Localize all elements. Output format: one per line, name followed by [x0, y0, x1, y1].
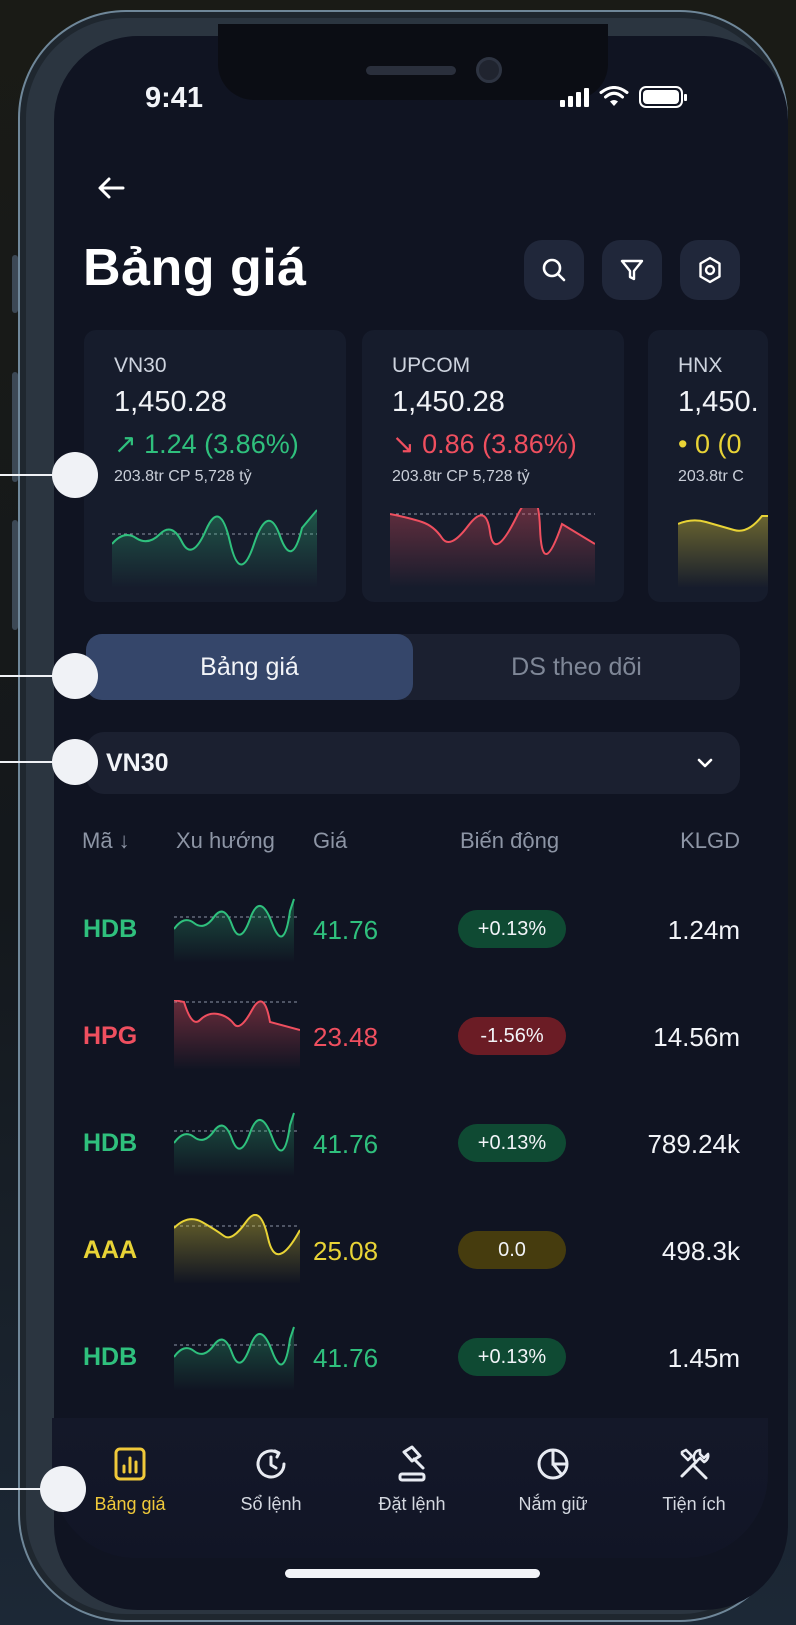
- nav-label: Nắm giữ: [518, 1494, 588, 1514]
- status-icons: [560, 86, 687, 108]
- status-time: 9:41: [145, 82, 204, 114]
- nav-item-order-book[interactable]: Sổ lệnh: [211, 1444, 331, 1515]
- change-badge: +0.13%: [458, 1124, 566, 1162]
- column-change: Biến động: [460, 828, 560, 853]
- pie-chart-icon: [537, 1448, 569, 1480]
- signal-icon: [560, 87, 589, 107]
- nav-item-place-order[interactable]: Đặt lệnh: [352, 1444, 472, 1515]
- home-indicator: [285, 1569, 540, 1578]
- index-select-value: VN30: [106, 748, 169, 777]
- callout-marker: [52, 452, 98, 498]
- table-row[interactable]: HDB 41.76 +0.13% 789.24k: [0, 1107, 796, 1187]
- table-header: Mã ↓ Xu hướng Giá Biến động KLGD: [0, 828, 796, 858]
- tab-price-board[interactable]: Bảng giá: [86, 634, 413, 700]
- nav-label: Đặt lệnh: [378, 1494, 446, 1514]
- stock-price: 41.76: [313, 1343, 379, 1373]
- stock-volume: 789.24k: [647, 1129, 740, 1159]
- page-title: Bảng giá: [83, 239, 307, 297]
- history-icon: [256, 1449, 286, 1479]
- filter-icon: [620, 259, 644, 281]
- index-name: VN30: [114, 354, 167, 377]
- index-change: • 0 (0: [678, 429, 742, 459]
- index-volume: 203.8tr C: [678, 468, 744, 485]
- stock-volume: 1.45m: [667, 1343, 740, 1373]
- callout-line: [0, 761, 60, 763]
- nav-item-utilities[interactable]: Tiện ích: [634, 1444, 754, 1515]
- index-volume: 203.8tr CP 5,728 tỷ: [392, 468, 530, 485]
- filter-button[interactable]: [602, 240, 662, 300]
- trend-sparkline: [174, 1214, 300, 1284]
- stock-price: 41.76: [313, 1129, 379, 1159]
- trend-sparkline: [174, 1112, 300, 1177]
- stock-code: HDB: [83, 1343, 138, 1371]
- index-change: ↗ 1.24 (3.86%): [114, 429, 299, 459]
- view-tabs: Bảng giá DS theo dõi: [86, 634, 740, 700]
- callout-marker: [52, 739, 98, 785]
- table-row[interactable]: AAA 25.08 0.0 498.3k: [0, 1214, 796, 1294]
- stock-code: HDB: [83, 1129, 138, 1157]
- callout-line: [0, 474, 60, 476]
- index-value: 1,450.28: [114, 386, 227, 418]
- column-volume: KLGD: [680, 828, 740, 853]
- front-camera: [476, 57, 502, 83]
- trend-sparkline: [174, 898, 300, 963]
- settings-button[interactable]: [680, 240, 740, 300]
- table-row[interactable]: HDB 41.76 +0.13% 1.45m: [0, 1321, 796, 1401]
- nav-item-price-board[interactable]: Bảng giá: [70, 1444, 190, 1515]
- change-badge: +0.13%: [458, 1338, 566, 1376]
- nav-label: Bảng giá: [94, 1494, 166, 1514]
- stock-price: 23.48: [313, 1022, 379, 1052]
- callout-line: [0, 675, 60, 677]
- index-value: 1,450.: [678, 386, 759, 418]
- index-card-vn30[interactable]: VN30 1,450.28 ↗ 1.24 (3.86%) 203.8tr CP …: [84, 330, 346, 602]
- column-code[interactable]: Mã ↓: [82, 828, 130, 854]
- table-row[interactable]: HDB 41.76 +0.13% 1.24m: [0, 893, 796, 973]
- chart-bar-icon: [114, 1447, 146, 1481]
- speaker: [366, 66, 456, 75]
- index-card-upcom[interactable]: UPCOM 1,450.28 ↘ 0.86 (3.86%) 203.8tr CP…: [362, 330, 624, 602]
- battery-icon: [639, 86, 687, 108]
- column-price: Giá: [313, 828, 348, 853]
- index-value: 1,450.28: [392, 386, 505, 418]
- callout-marker: [40, 1466, 86, 1512]
- stock-price: 25.08: [313, 1236, 379, 1266]
- nav-label: Sổ lệnh: [240, 1494, 302, 1514]
- index-sparkline: [390, 508, 595, 588]
- trend-sparkline: [174, 1326, 300, 1391]
- stock-code: HDB: [83, 915, 138, 943]
- stock-volume: 498.3k: [661, 1236, 740, 1266]
- nav-item-holdings[interactable]: Nắm giữ: [493, 1444, 613, 1515]
- notch: [218, 24, 608, 100]
- change-badge: +0.13%: [458, 910, 566, 948]
- search-icon: [542, 258, 566, 282]
- change-badge: -1.56%: [458, 1017, 566, 1055]
- chevron-down-icon: [697, 758, 713, 768]
- index-name: HNX: [678, 354, 723, 377]
- index-sparkline: [678, 515, 768, 588]
- trend-sparkline: [174, 1000, 300, 1070]
- wifi-icon: [599, 86, 629, 106]
- tab-watchlist[interactable]: DS theo dõi: [413, 634, 740, 700]
- back-arrow-icon[interactable]: [95, 172, 135, 212]
- callout-marker: [52, 653, 98, 699]
- index-name: UPCOM: [392, 354, 471, 377]
- stock-price: 41.76: [313, 915, 379, 945]
- column-trend: Xu hướng: [176, 828, 275, 853]
- stock-volume: 14.56m: [653, 1022, 740, 1052]
- stock-code: HPG: [83, 1022, 138, 1050]
- table-row[interactable]: HPG 23.48 -1.56% 14.56m: [0, 1000, 796, 1080]
- nav-label: Tiện ích: [662, 1494, 726, 1514]
- index-sparkline: [112, 509, 317, 588]
- auction-icon: [398, 1445, 426, 1482]
- gear-icon: [699, 256, 721, 284]
- index-volume: 203.8tr CP 5,728 tỷ: [114, 468, 252, 485]
- tools-icon: [680, 1448, 710, 1480]
- index-card-hnx[interactable]: HNX 1,450. • 0 (0 203.8tr C: [648, 330, 768, 602]
- index-change: ↘ 0.86 (3.86%): [392, 429, 577, 459]
- change-badge: 0.0: [458, 1231, 566, 1269]
- stock-code: AAA: [83, 1236, 138, 1264]
- index-select[interactable]: VN30: [86, 732, 740, 794]
- stock-volume: 1.24m: [667, 915, 740, 945]
- search-button[interactable]: [524, 240, 584, 300]
